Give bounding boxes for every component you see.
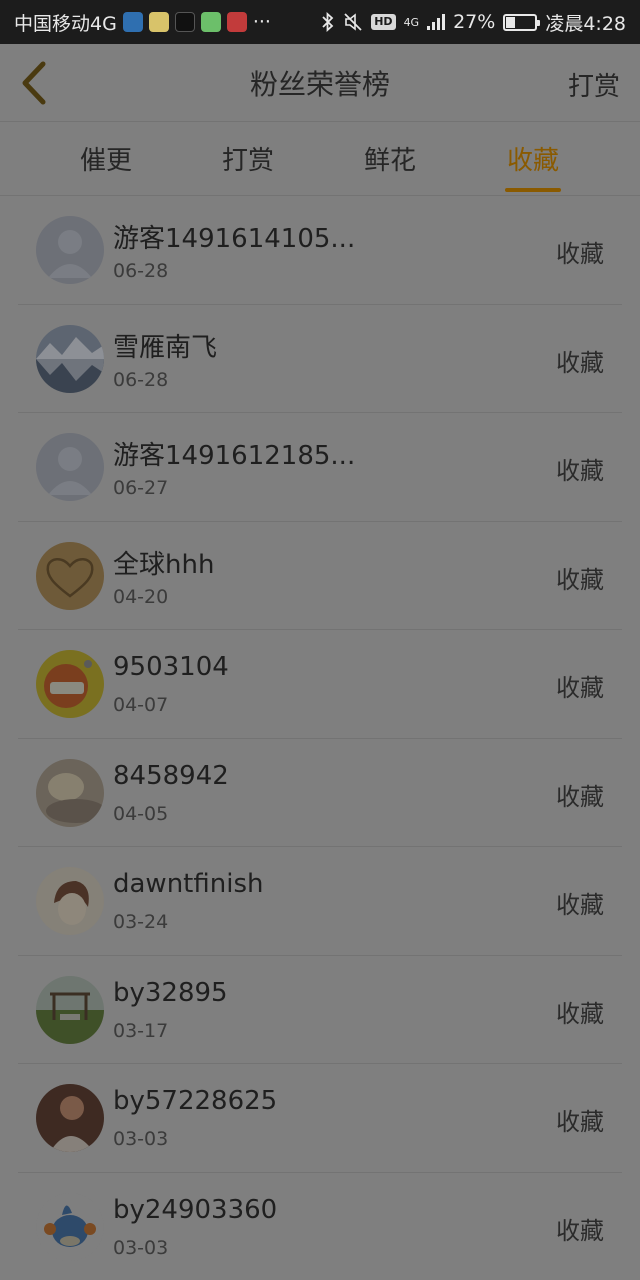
tab-favorites[interactable]: 收藏 bbox=[483, 140, 583, 194]
clock: 凌晨4:28 bbox=[545, 12, 626, 35]
active-tab-indicator bbox=[505, 188, 561, 192]
tab-label: 打赏 bbox=[221, 146, 274, 176]
fan-action: 收藏 bbox=[556, 782, 604, 811]
reward-button[interactable]: 打赏 bbox=[568, 66, 620, 103]
fan-action: 收藏 bbox=[556, 674, 604, 702]
fan-action: 收藏 bbox=[556, 348, 604, 377]
portrait-avatar bbox=[36, 1084, 104, 1152]
fan-date: 03-24 bbox=[113, 911, 169, 933]
tab-bar: 催更 打赏 鲜花 收藏 bbox=[0, 122, 640, 196]
fan-date: 03-17 bbox=[113, 1019, 169, 1042]
hd-icon: HD bbox=[371, 14, 396, 30]
fan-action: 收藏 bbox=[556, 999, 604, 1028]
illustration-avatar bbox=[36, 867, 104, 935]
security-app-icon bbox=[122, 12, 143, 32]
carrier-label: 中国移动4G bbox=[14, 12, 117, 35]
fan-name: dawntfinish bbox=[113, 869, 264, 899]
list-item[interactable]: 雪雁南飞 06-28 收藏 bbox=[18, 305, 622, 413]
fan-action: 收藏 bbox=[556, 1216, 604, 1245]
landscape-avatar bbox=[36, 324, 104, 393]
list-item[interactable]: 游客1491614105... 06-28 收藏 bbox=[18, 196, 622, 305]
tab-label: 鲜花 bbox=[363, 146, 416, 176]
page-header: 粉丝荣誉榜 打赏 bbox=[0, 44, 640, 122]
list-item[interactable]: 9503104 04-07 收藏 bbox=[18, 630, 622, 739]
battery-percent: 27% bbox=[453, 11, 496, 33]
tab-label: 收藏 bbox=[506, 146, 559, 176]
video-app-icon bbox=[200, 12, 221, 32]
list-item[interactable]: by24903360 03-03 收藏 bbox=[18, 1173, 622, 1280]
bluetooth-icon bbox=[322, 12, 334, 32]
default-avatar bbox=[36, 216, 104, 284]
status-bar: 中国移动4G ··· HD 4G 27% 凌晨4:28 bbox=[0, 0, 640, 44]
list-item[interactable]: by57228625 03-03 收藏 bbox=[18, 1064, 622, 1173]
battery-icon bbox=[503, 13, 541, 31]
fan-name: by57228625 bbox=[113, 1086, 278, 1116]
tab-urge[interactable]: 催更 bbox=[56, 140, 156, 194]
fan-date: 04-07 bbox=[113, 694, 169, 716]
fan-name: 游客1491612185... bbox=[113, 441, 356, 471]
list-item[interactable]: dawntfinish 03-24 收藏 bbox=[18, 847, 622, 956]
fan-name: by24903360 bbox=[113, 1194, 278, 1225]
fan-list: 游客1491614105... 06-28 收藏 雪雁南飞 06-28 收藏 游… bbox=[18, 196, 622, 1280]
list-item[interactable]: 游客1491612185... 06-27 收藏 bbox=[18, 413, 622, 522]
fan-date: 06-27 bbox=[113, 477, 169, 499]
tiktok-icon bbox=[174, 12, 195, 32]
swing-avatar bbox=[36, 975, 104, 1044]
tab-flowers[interactable]: 鲜花 bbox=[340, 140, 440, 194]
photo-avatar bbox=[36, 758, 104, 827]
tab-label: 催更 bbox=[79, 146, 132, 176]
fan-name: 8458942 bbox=[113, 760, 229, 791]
fan-name: 全球hhh bbox=[113, 549, 215, 580]
news-app-icon bbox=[226, 12, 247, 32]
fan-date: 03-03 bbox=[113, 1236, 169, 1259]
back-button[interactable] bbox=[14, 60, 54, 106]
list-item[interactable]: 8458942 04-05 收藏 bbox=[18, 739, 622, 847]
page-title: 粉丝荣誉榜 bbox=[249, 67, 390, 101]
mute-icon bbox=[344, 13, 362, 31]
chevron-left-icon bbox=[22, 61, 46, 105]
fan-date: 06-28 bbox=[113, 260, 169, 282]
list-item[interactable]: by32895 03-17 收藏 bbox=[18, 956, 622, 1064]
fan-action: 收藏 bbox=[556, 891, 604, 919]
fan-date: 04-20 bbox=[113, 585, 169, 608]
fan-date: 03-03 bbox=[113, 1128, 169, 1150]
fan-date: 04-05 bbox=[113, 802, 169, 825]
signal-icon bbox=[427, 14, 446, 30]
fan-name: 9503104 bbox=[113, 652, 229, 682]
default-avatar bbox=[36, 433, 104, 501]
fan-name: 雪雁南飞 bbox=[113, 332, 218, 363]
tab-reward[interactable]: 打赏 bbox=[198, 140, 298, 194]
more-notifications-icon: ··· bbox=[252, 11, 271, 33]
fan-action: 收藏 bbox=[556, 457, 604, 485]
chat-app-icon bbox=[148, 12, 169, 32]
list-item[interactable]: 全球hhh 04-20 收藏 bbox=[18, 522, 622, 630]
fan-action: 收藏 bbox=[556, 240, 604, 268]
cartoon-avatar bbox=[36, 650, 104, 718]
fan-name: 游客1491614105... bbox=[113, 224, 356, 254]
fan-date: 06-28 bbox=[113, 368, 169, 391]
pokemon-avatar bbox=[36, 1192, 104, 1261]
heart-sand-avatar bbox=[36, 541, 104, 610]
fan-action: 收藏 bbox=[556, 1108, 604, 1136]
network-type: 4G bbox=[403, 15, 420, 29]
fan-action: 收藏 bbox=[556, 565, 604, 594]
fan-name: by32895 bbox=[113, 977, 228, 1008]
